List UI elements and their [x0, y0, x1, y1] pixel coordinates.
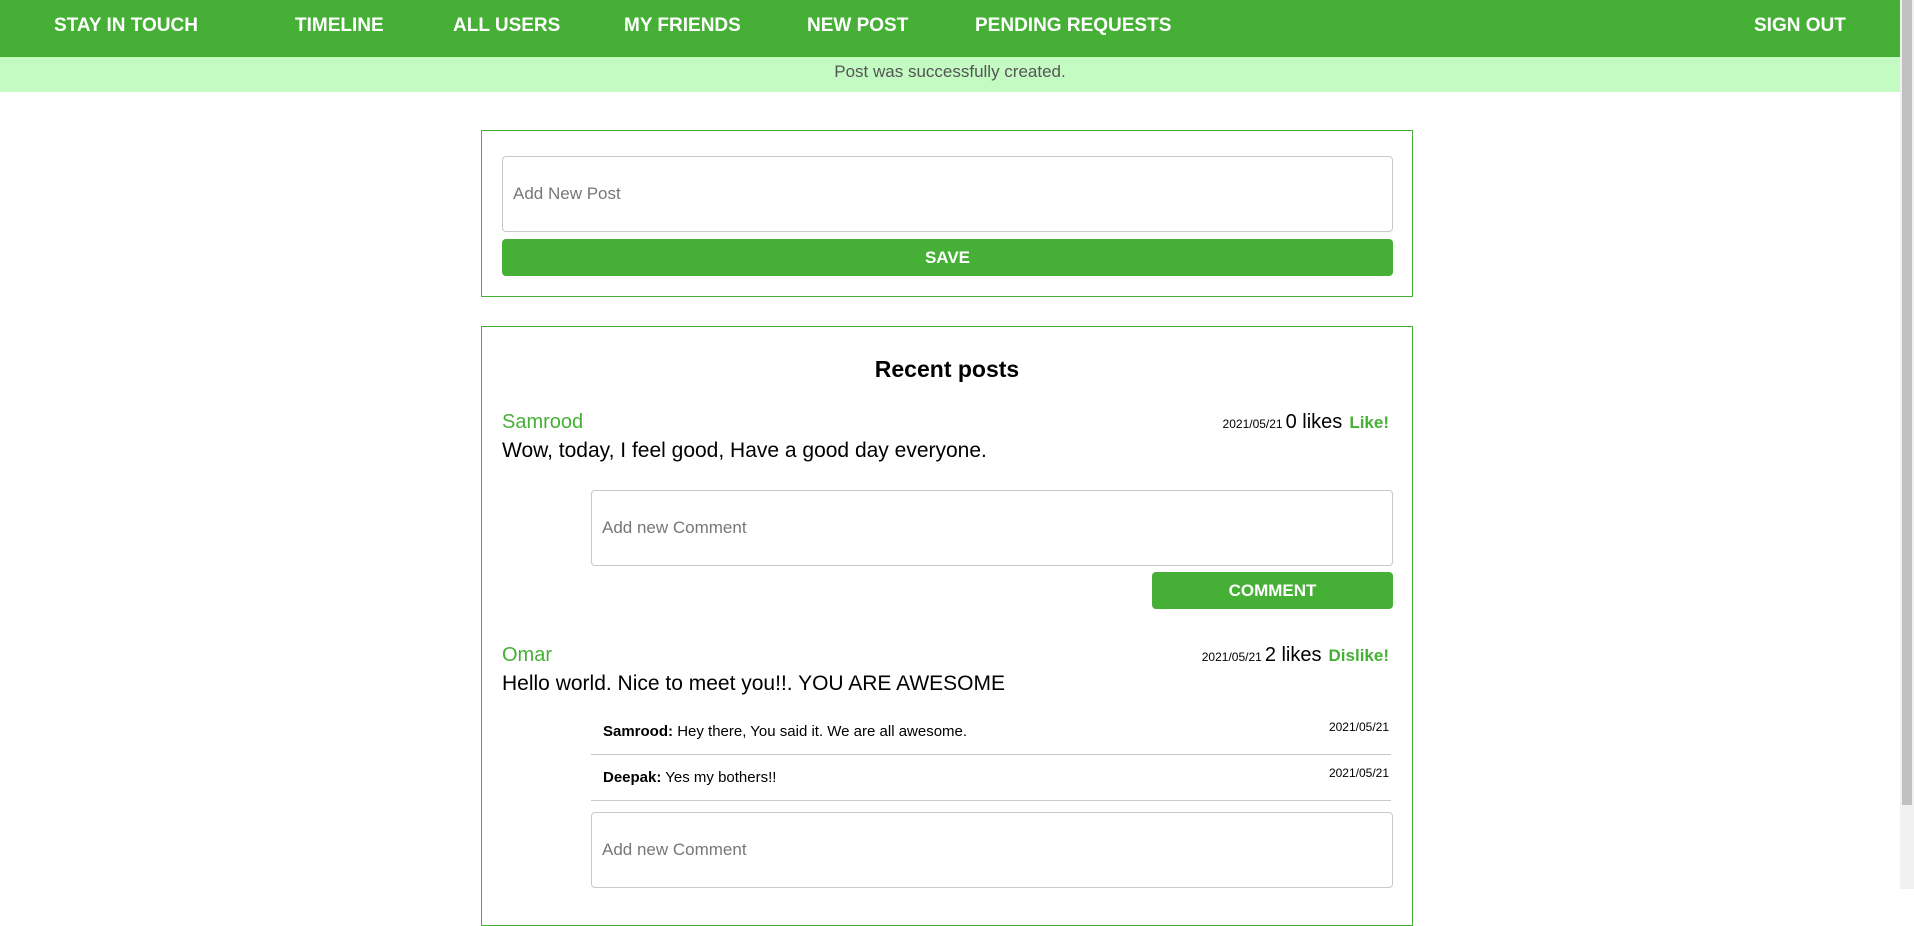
comment-item: Samrood: Hey there, You said it. We are … — [591, 710, 1391, 755]
new-post-input[interactable] — [502, 156, 1393, 232]
success-notice: Post was successfully created. — [0, 57, 1900, 92]
post-author[interactable]: Samrood — [502, 410, 583, 434]
comment-button[interactable]: COMMENT — [1152, 572, 1393, 609]
comment-text: Samrood: Hey there, You said it. We are … — [603, 722, 967, 741]
post-date: 2021/05/21 — [1222, 417, 1283, 431]
post-author[interactable]: Omar — [502, 643, 552, 667]
post-likes-count: 2 likes — [1264, 644, 1322, 666]
recent-posts-heading: Recent posts — [874, 356, 1020, 382]
comment-content: Hey there, You said it. We are all aweso… — [677, 723, 968, 740]
nav-new-post[interactable]: NEW POST — [807, 15, 908, 37]
post-meta: 2021/05/21 2 likes Dislike! — [1202, 644, 1389, 667]
nav-timeline[interactable]: TIMELINE — [295, 15, 384, 37]
comment-input[interactable] — [591, 490, 1393, 566]
save-button[interactable]: SAVE — [502, 239, 1393, 276]
comment-input[interactable] — [591, 812, 1393, 888]
comment-date: 2021/05/21 — [1328, 720, 1389, 734]
comment-date: 2021/05/21 — [1328, 766, 1389, 780]
post-date: 2021/05/21 — [1201, 650, 1262, 664]
new-post-card: SAVE — [481, 130, 1413, 297]
sign-out-link[interactable]: SIGN OUT — [1754, 15, 1846, 37]
post-body: Wow, today, I feel good, Have a good day… — [502, 439, 987, 462]
post-body: Hello world. Nice to meet you!!. YOU ARE… — [502, 672, 1006, 695]
nav-all-users[interactable]: ALL USERS — [453, 15, 560, 37]
top-navbar: STAY IN TOUCH TIMELINE ALL USERS MY FRIE… — [0, 0, 1900, 57]
comment-author: Deepak: — [603, 769, 662, 786]
brand-link[interactable]: STAY IN TOUCH — [54, 15, 198, 37]
post-likes-count: 0 likes — [1285, 411, 1343, 433]
comment-item: Deepak: Yes my bothers!! 2021/05/21 — [591, 756, 1391, 801]
recent-posts-card: Recent posts Samrood 2021/05/21 0 likes Li… — [481, 326, 1413, 926]
page-scrollbar[interactable] — [1900, 0, 1914, 889]
dislike-button[interactable]: Dislike! — [1329, 646, 1389, 665]
nav-my-friends[interactable]: MY FRIENDS — [624, 15, 741, 37]
post-meta: 2021/05/21 0 likes Like! — [1223, 411, 1389, 434]
comment-text: Deepak: Yes my bothers!! — [603, 768, 776, 787]
nav-pending-requests[interactable]: PENDING REQUESTS — [975, 15, 1171, 37]
comment-author: Samrood: — [603, 723, 674, 740]
comment-content: Yes my bothers!! — [665, 769, 777, 786]
scrollbar-thumb[interactable] — [1902, 0, 1912, 805]
like-button[interactable]: Like! — [1349, 413, 1389, 432]
